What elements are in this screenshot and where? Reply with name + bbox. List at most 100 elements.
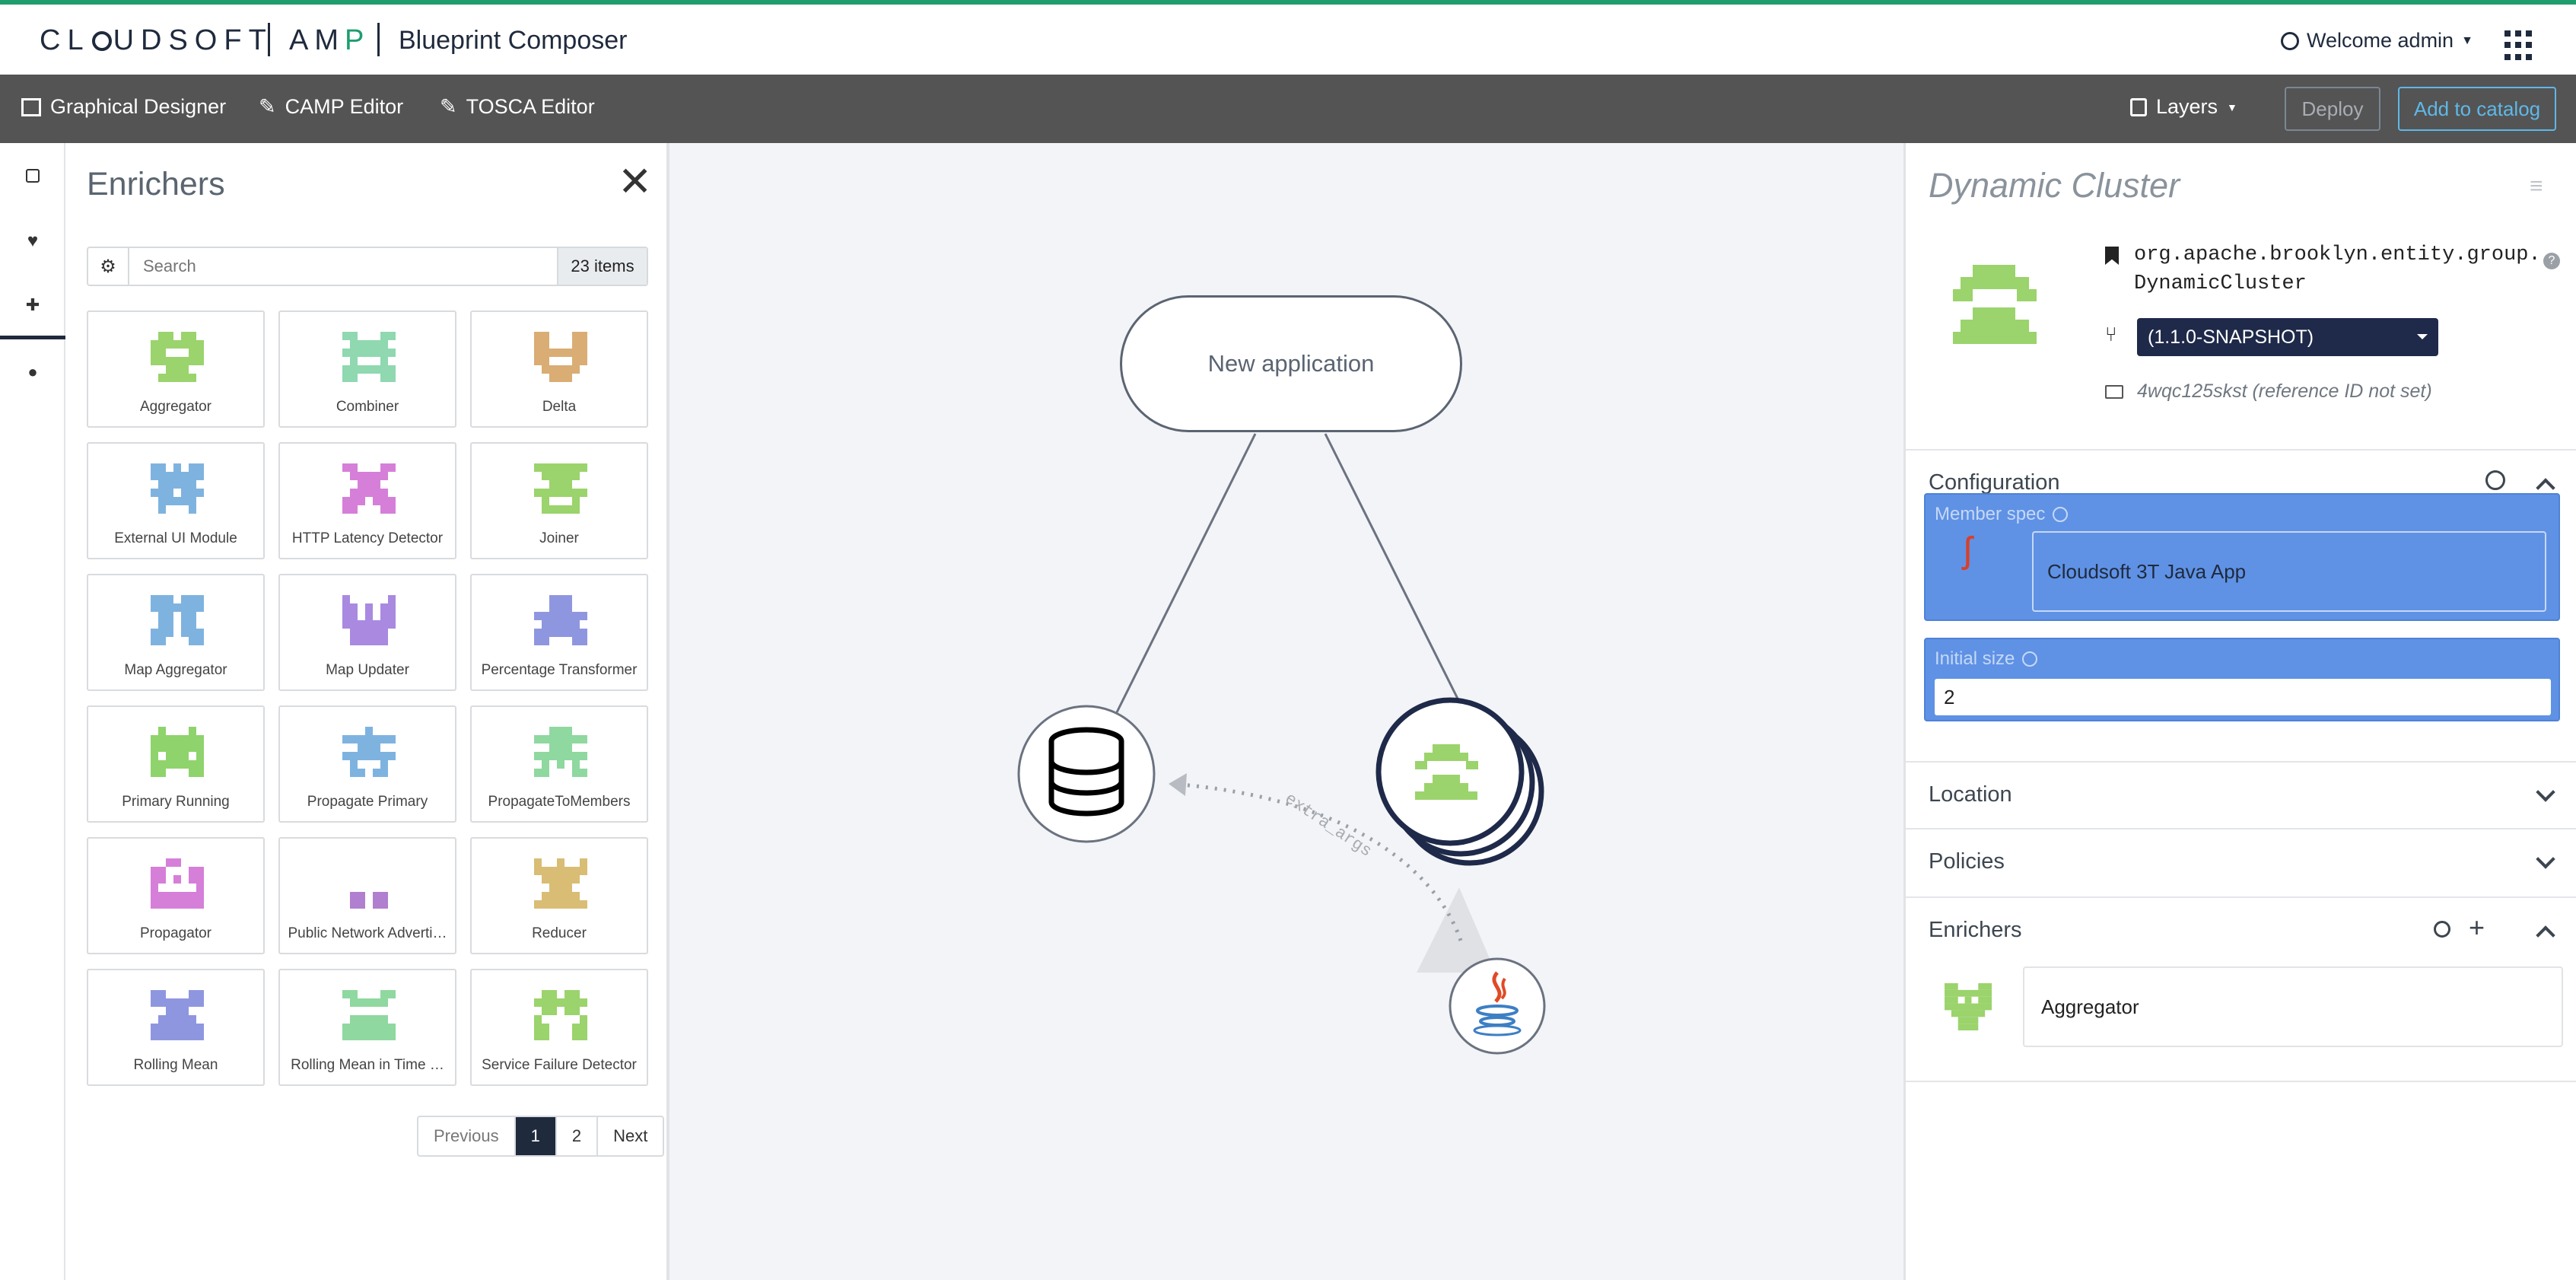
cloudsoft-logo[interactable]: CL UDSOFT [40,24,273,57]
entity-type-line2: DynamicCluster [2134,272,2307,295]
caret-down-icon: ▼ [2461,33,2473,47]
location-section[interactable]: Location [1906,761,2576,828]
initial-size-input[interactable]: 2 [1935,679,2551,715]
external-ui-module-icon [151,463,204,514]
plus-icon[interactable]: + [2469,912,2485,944]
hamburger-icon[interactable]: ≡ [2530,174,2543,199]
enricher-card[interactable]: Delta [470,310,648,428]
pencil-icon: ✎ [259,95,276,118]
section-label: Configuration [1929,470,2060,495]
enricher-card[interactable]: Rolling Mean [87,969,265,1086]
tab-tosca-editor[interactable]: ✎ TOSCA Editor [440,95,595,119]
reducer-icon [534,858,587,909]
enricher-card-label: Rolling Mean [133,1057,218,1073]
page-1-button[interactable]: 1 [515,1117,557,1155]
bookmark-icon [2105,247,2119,265]
divider [1906,1081,2576,1082]
link-label: extra_args [1281,789,1375,861]
gear-icon[interactable]: ⚙ [88,248,129,285]
rail-policies[interactable]: ♥ [0,209,65,274]
app-grid-icon[interactable] [2504,30,2535,61]
percentage-transformer-icon [534,595,587,645]
app-title: Blueprint Composer [399,26,628,55]
edge-app-database [1115,433,1257,713]
amp-logo: AMP [289,24,370,56]
aggregator-icon [151,332,204,382]
enricher-card[interactable]: Propagate Primary [278,705,456,823]
welcome-text: Welcome admin [2307,29,2454,52]
enricher-card[interactable]: Joiner [470,442,648,559]
enricher-card-label: HTTP Latency Detector [291,530,444,546]
user-menu[interactable]: Welcome admin ▼ [2281,29,2473,53]
enricher-card[interactable]: PropagateToMembers [470,705,648,823]
zoom-icon[interactable] [2485,470,2505,490]
dynamic-cluster-node[interactable] [1375,697,1544,866]
enricher-card[interactable]: Combiner [278,310,456,428]
layers-dropdown[interactable]: Layers ▼ [2130,95,2237,119]
edge-app-cluster [1324,433,1459,699]
search-input[interactable] [129,248,557,285]
rail-entities[interactable] [0,143,65,209]
pencil-icon: ✎ [440,95,457,118]
enricher-card-label: Combiner [336,399,399,415]
database-node[interactable] [1017,705,1156,843]
enricher-card-label: Map Updater [326,662,409,678]
enricher-card[interactable]: Public Network Adverti… [278,837,456,954]
enricher-card[interactable]: Propagator [87,837,265,954]
initial-size-field: Initial size 2 [1924,638,2560,721]
propagator-icon [151,858,204,909]
rail-locations[interactable]: ● [0,339,65,405]
id-card-icon [2105,385,2123,399]
heartbeat-icon: ♥ [27,231,39,251]
rail-enrichers[interactable]: ✚ [0,274,65,339]
java-icon: ʃ [1964,530,1972,571]
tab-camp-editor[interactable]: ✎ CAMP Editor [259,95,403,119]
enricher-card[interactable]: Service Failure Detector [470,969,648,1086]
design-canvas[interactable]: extra_args New application [669,143,1903,1280]
dynamic-cluster-icon [1953,265,2037,344]
tab-graphical-designer[interactable]: Graphical Designer [21,95,226,119]
add-to-catalog-button[interactable]: Add to catalog [2398,87,2556,131]
application-node[interactable]: New application [1120,295,1462,432]
next-page-button[interactable]: Next [598,1117,663,1155]
top-header: CL UDSOFT AMP Blueprint Composer Welcome … [0,0,2576,75]
enricher-card-label: Public Network Adverti… [288,925,447,941]
chevron-down-icon[interactable] [2536,849,2555,869]
page-2-button[interactable]: 2 [557,1117,599,1155]
version-select[interactable]: (1.1.0-SNAPSHOT) [2137,318,2438,356]
enricher-card[interactable]: Map Updater [278,574,456,691]
chevron-down-icon[interactable] [2536,782,2555,802]
enrichers-section[interactable]: Enrichers + [1906,896,2576,963]
reference-id[interactable]: 4wqc125skst (reference ID not set) [2137,380,2432,403]
enricher-card[interactable]: Primary Running [87,705,265,823]
enricher-card[interactable]: Rolling Mean in Time … [278,969,456,1086]
enricher-card[interactable]: Aggregator [87,310,265,428]
member-spec-value[interactable]: Cloudsoft 3T Java App [2032,531,2546,612]
enricher-item-aggregator[interactable]: Aggregator [2023,966,2563,1047]
search-icon[interactable] [2434,921,2450,938]
enricher-card[interactable]: External UI Module [87,442,265,559]
entity-title[interactable]: Dynamic Cluster [1929,166,2180,205]
previous-page-button[interactable]: Previous [418,1117,516,1155]
java-app-node[interactable] [1449,957,1546,1055]
primary-running-icon [151,727,204,777]
item-count: 23 items [557,248,647,285]
policies-section[interactable]: Policies [1906,828,2576,895]
member-spec-label: Member spec [1935,504,2069,525]
enricher-card[interactable]: Map Aggregator [87,574,265,691]
enricher-card[interactable]: HTTP Latency Detector [278,442,456,559]
deploy-button[interactable]: Deploy [2285,87,2380,131]
layers-icon [2130,97,2147,116]
combiner-icon [342,332,396,382]
propagate-primary-icon [342,727,396,777]
enricher-card[interactable]: Percentage Transformer [470,574,648,691]
enricher-card[interactable]: Reducer [470,837,648,954]
tab-label: CAMP Editor [285,95,404,118]
pin-icon: ● [27,362,38,381]
enricher-card-label: Rolling Mean in Time … [291,1057,444,1073]
header-divider [377,23,380,56]
close-icon[interactable]: ✕ [618,161,652,202]
caret-down-icon: ▼ [2227,100,2237,113]
help-icon[interactable]: ? [2543,253,2560,269]
chevron-up-icon[interactable] [2536,925,2555,945]
